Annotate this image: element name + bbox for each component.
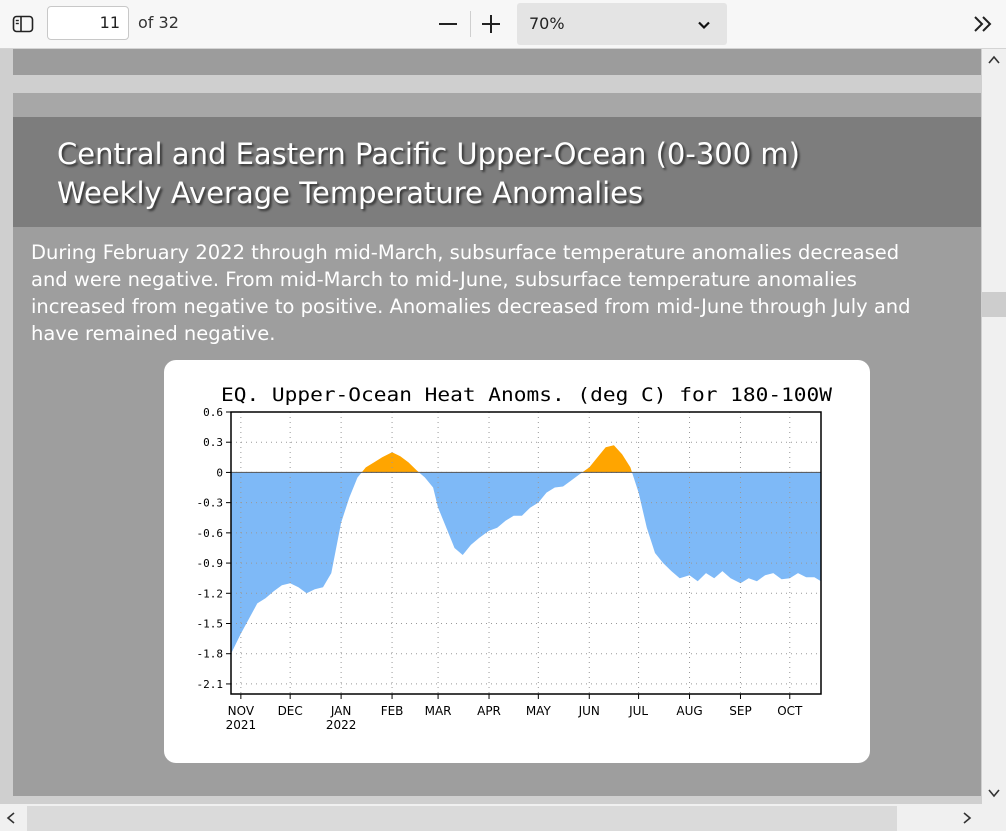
slide-body-text: During February 2022 through mid-March, … bbox=[31, 239, 981, 347]
x-tick-label: MAR bbox=[425, 704, 452, 718]
body-line: have remained negative. bbox=[31, 322, 276, 345]
y-tick-label: 0.3 bbox=[203, 436, 223, 449]
zoom-in-icon[interactable] bbox=[479, 12, 503, 36]
x-tick-label: APR bbox=[477, 704, 501, 718]
scroll-down-icon[interactable] bbox=[988, 788, 1000, 798]
slide-title-line-2: Weekly Average Temperature Anomalies bbox=[57, 176, 644, 210]
x-tick-year-label: 2021 bbox=[226, 718, 257, 732]
chart-title: EQ. Upper-Ocean Heat Anoms. (deg C) for … bbox=[221, 384, 833, 406]
scroll-up-icon[interactable] bbox=[988, 55, 1000, 65]
body-line: increased from negative to positive. Ano… bbox=[31, 295, 911, 318]
sidebar-toggle-icon[interactable] bbox=[11, 12, 35, 36]
slide-title-line-1: Central and Eastern Pacific Upper-Ocean … bbox=[57, 137, 800, 171]
zoom-select[interactable]: 70% bbox=[517, 3, 727, 45]
y-tick-label: -0.3 bbox=[197, 497, 224, 510]
x-tick-label: FEB bbox=[381, 704, 404, 718]
vertical-scrollbar-thumb[interactable] bbox=[982, 292, 1006, 317]
y-tick-label: -1.5 bbox=[197, 618, 224, 631]
slide-title: Central and Eastern Pacific Upper-Ocean … bbox=[57, 135, 967, 213]
scroll-left-icon[interactable] bbox=[6, 812, 16, 824]
page-count-label: of 32 bbox=[138, 13, 179, 32]
y-tick-label: -2.1 bbox=[197, 678, 224, 691]
x-tick-label: SEP bbox=[729, 704, 751, 718]
chevron-down-icon bbox=[698, 21, 710, 30]
y-tick-label: 0.6 bbox=[203, 406, 223, 419]
x-tick-label: OCT bbox=[777, 704, 803, 718]
x-tick-label: JAN bbox=[330, 704, 352, 718]
pdf-toolbar: 11 of 32 70% bbox=[0, 0, 1006, 49]
y-tick-label: -0.9 bbox=[197, 557, 224, 570]
double-chevron-right-icon[interactable] bbox=[970, 12, 996, 36]
body-line: During February 2022 through mid-March, … bbox=[31, 241, 900, 264]
x-tick-label: AUG bbox=[676, 704, 702, 718]
chart-card: EQ. Upper-Ocean Heat Anoms. (deg C) for … bbox=[164, 360, 870, 763]
pdf-page: Central and Eastern Pacific Upper-Ocean … bbox=[13, 93, 981, 796]
slide-top-strip bbox=[13, 93, 981, 117]
y-tick-label: -1.8 bbox=[197, 648, 224, 661]
x-tick-label: MAY bbox=[526, 704, 552, 718]
horizontal-scrollbar-thumb[interactable] bbox=[27, 806, 897, 831]
y-tick-label: -0.6 bbox=[197, 527, 224, 540]
negative-anomaly-area bbox=[231, 472, 821, 654]
y-tick-label: -1.2 bbox=[197, 587, 224, 600]
scrollbar-corner bbox=[982, 804, 1006, 831]
vertical-scrollbar[interactable] bbox=[982, 49, 1006, 804]
zoom-out-icon[interactable] bbox=[436, 12, 460, 36]
horizontal-scrollbar[interactable] bbox=[0, 804, 1006, 831]
x-tick-year-label: 2022 bbox=[326, 718, 357, 732]
x-tick-label: JUL bbox=[628, 704, 648, 718]
document-viewport[interactable]: Central and Eastern Pacific Upper-Ocean … bbox=[0, 49, 982, 804]
body-line: and were negative. From mid-March to mid… bbox=[31, 268, 857, 291]
page-number-input[interactable]: 11 bbox=[47, 6, 129, 40]
x-tick-label: JUN bbox=[578, 704, 600, 718]
previous-page-edge bbox=[13, 49, 981, 75]
toolbar-divider bbox=[470, 11, 471, 37]
x-tick-label: DEC bbox=[278, 704, 303, 718]
heat-anomaly-chart: EQ. Upper-Ocean Heat Anoms. (deg C) for … bbox=[197, 384, 833, 732]
x-tick-label: NOV bbox=[228, 704, 255, 718]
scroll-right-icon[interactable] bbox=[962, 812, 972, 824]
zoom-value: 70% bbox=[529, 14, 565, 33]
y-tick-label: 0 bbox=[216, 466, 223, 479]
